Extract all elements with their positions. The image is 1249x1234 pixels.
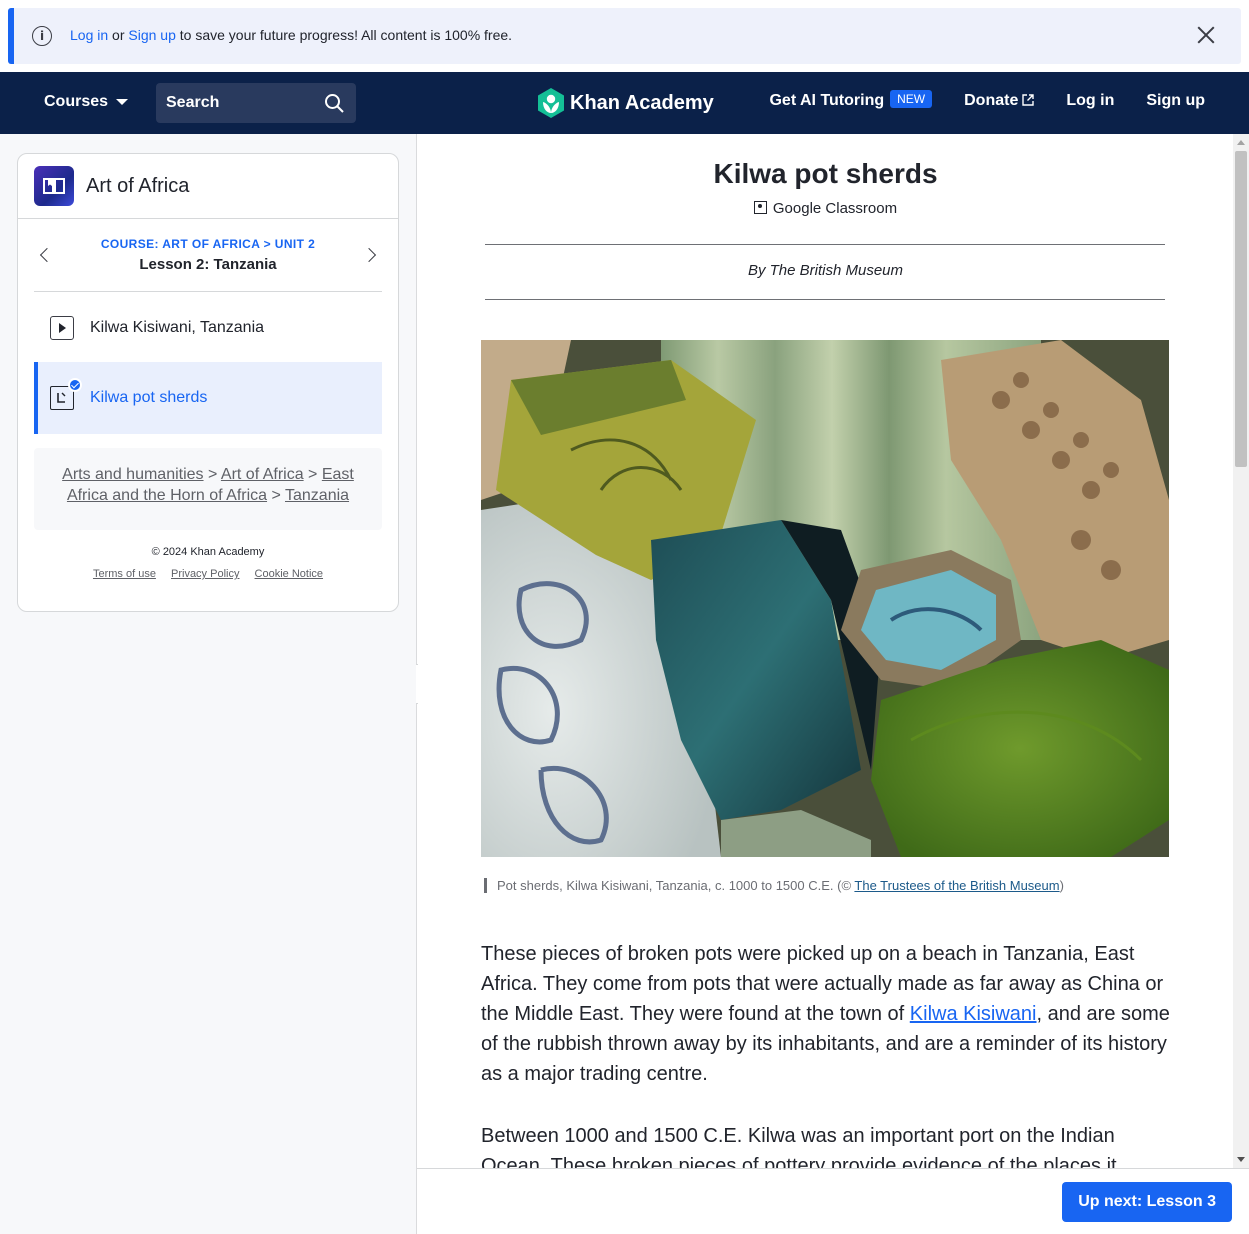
article-content: Kilwa pot sherds Google Classroom By The…: [418, 134, 1233, 1168]
banner-login-link[interactable]: Log in: [70, 27, 108, 43]
banner-message-text: to save your future progress! All conten…: [175, 27, 513, 43]
search-label: Search: [166, 94, 220, 111]
article-paragraph: These pieces of broken pots were picked …: [481, 939, 1171, 1089]
courses-menu-button[interactable]: Courses: [44, 93, 129, 111]
google-classroom-icon: [753, 201, 767, 214]
article-paragraph: Between 1000 and 1500 C.E. Kilwa was an …: [481, 1125, 1117, 1168]
sidebar-item-label: Kilwa pot sherds: [90, 389, 208, 406]
new-badge: NEW: [890, 90, 933, 108]
sidebar-item-kilwa-kisiwani[interactable]: Kilwa Kisiwani, Tanzania: [34, 292, 382, 364]
nav-right: Get AI Tutoring NEW Donate Log in Sign up: [769, 90, 1205, 110]
banner-or-text: or: [108, 27, 129, 43]
course-book-icon: [34, 166, 74, 206]
footer-links: Terms of use Privacy Policy Cookie Notic…: [18, 568, 398, 580]
courses-label: Courses: [44, 93, 109, 110]
copyright: © 2024 Khan Academy: [151, 546, 265, 558]
breadcrumb: Arts and humanities > Art of Africa > Ea…: [34, 448, 382, 530]
breadcrumb-tanzania[interactable]: Tanzania: [285, 487, 349, 504]
cookie-link[interactable]: Cookie Notice: [255, 568, 323, 580]
kilwa-kisiwani-link[interactable]: Kilwa Kisiwani: [910, 1003, 1037, 1025]
divider: [485, 299, 1165, 300]
ai-tutoring-label: Get AI Tutoring: [769, 92, 885, 109]
signup-link[interactable]: Sign up: [1146, 92, 1205, 110]
khan-leaf-icon: [538, 88, 564, 118]
privacy-link[interactable]: Privacy Policy: [171, 568, 239, 580]
top-nav: Courses Search Khan Academy Get AI Tutor…: [0, 72, 1249, 134]
ai-tutoring-link[interactable]: Get AI Tutoring NEW: [769, 90, 933, 110]
caption-credit-link[interactable]: The Trustees of the British Museum: [854, 878, 1059, 893]
banner-message: Log in or Sign up to save your future pr…: [70, 27, 512, 43]
course-title: Art of Africa: [86, 174, 190, 197]
donate-link[interactable]: Donate: [964, 92, 1035, 110]
close-icon[interactable]: [1195, 24, 1217, 46]
article-check-icon: [50, 378, 82, 410]
breadcrumb-arts-humanities[interactable]: Arts and humanities: [62, 466, 203, 483]
crumb-course[interactable]: COURSE: ART OF AFRICA: [101, 237, 260, 251]
course-header[interactable]: Art of Africa: [18, 154, 398, 219]
external-link-icon: [1022, 94, 1035, 106]
donate-label: Donate: [964, 92, 1019, 109]
sidebar-item-label: Kilwa Kisiwani, Tanzania: [90, 319, 265, 336]
breadcrumb-art-of-africa[interactable]: Art of Africa: [221, 466, 304, 483]
lesson-sidebar: Art of Africa COURSE: ART OF AFRICA > UN…: [17, 153, 399, 612]
crumb-unit[interactable]: UNIT 2: [275, 237, 315, 251]
lesson-navigator: COURSE: ART OF AFRICA > UNIT 2 Lesson 2:…: [34, 220, 382, 292]
login-link[interactable]: Log in: [1066, 92, 1114, 110]
page-title: Kilwa pot sherds: [713, 158, 938, 189]
course-unit-breadcrumb: COURSE: ART OF AFRICA > UNIT 2: [34, 237, 382, 251]
search-box[interactable]: Search: [156, 83, 356, 123]
scrollbar-thumb[interactable]: [1235, 151, 1247, 467]
khan-academy-logo[interactable]: Khan Academy: [538, 88, 714, 118]
lesson-name: Lesson 2: Tanzania: [139, 256, 277, 273]
caption-text: Pot sherds, Kilwa Kisiwani, Tanzania, c.…: [497, 878, 855, 893]
caret-down-icon: [116, 99, 129, 105]
scroll-down-arrow-icon[interactable]: [1237, 1157, 1245, 1162]
up-next-button[interactable]: Up next: Lesson 3: [1062, 1182, 1232, 1222]
pot-sherds-photo: [481, 340, 1169, 857]
logo-text: Khan Academy: [570, 91, 714, 114]
google-classroom-button[interactable]: Google Classroom: [418, 200, 1233, 217]
divider: [485, 244, 1165, 245]
crumb-separator: >: [259, 237, 275, 251]
image-caption: Pot sherds, Kilwa Kisiwani, Tanzania, c.…: [484, 878, 1064, 893]
bottom-bar: Up next: Lesson 3: [417, 1168, 1249, 1234]
terms-link[interactable]: Terms of use: [93, 568, 156, 580]
banner-signup-link[interactable]: Sign up: [128, 27, 175, 43]
sidebar-item-kilwa-pot-sherds[interactable]: Kilwa pot sherds: [34, 362, 382, 434]
info-icon: i: [32, 26, 52, 46]
search-icon[interactable]: [324, 93, 344, 113]
video-play-icon: [50, 316, 74, 340]
google-classroom-label: Google Classroom: [772, 200, 898, 217]
caption-end: ): [1059, 878, 1064, 893]
byline: By The British Museum: [747, 262, 904, 279]
signup-banner: i Log in or Sign up to save your future …: [8, 8, 1241, 64]
scrollbar[interactable]: [1233, 134, 1249, 1168]
scroll-up-arrow-icon[interactable]: [1237, 140, 1245, 145]
